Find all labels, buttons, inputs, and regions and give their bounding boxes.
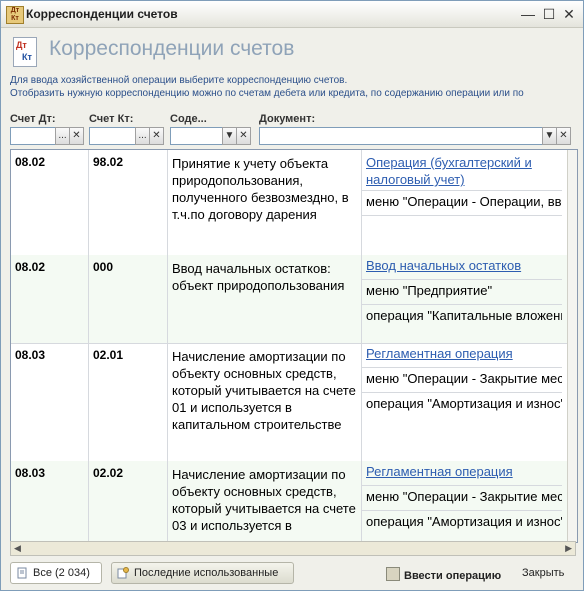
enter-operation-icon: [386, 567, 400, 581]
filter-kt-input[interactable]: [89, 127, 136, 145]
debit-credit-icon: Дт Кт: [13, 37, 37, 67]
maximize-icon[interactable]: ☐: [540, 5, 558, 23]
correspondence-table[interactable]: 08.02 98.02 Принятие к учету объекта при…: [10, 149, 578, 543]
menu-path: меню "Операции - Операции, введенные вру…: [362, 191, 562, 216]
cell-document: Регламентная операция меню "Операции - З…: [362, 343, 562, 461]
window: Дт Кт Корреспонденции счетов — ☐ ✕ Дт Кт К…: [0, 0, 584, 591]
scroll-left-icon[interactable]: ◀: [14, 543, 21, 554]
close-button[interactable]: Закрыть: [522, 567, 564, 579]
filter-dt-label: Счет Дт:: [10, 113, 56, 125]
cell-dt: 08.03: [11, 343, 89, 461]
filter-content-label: Соде...: [170, 113, 207, 125]
filter-dt-select-button[interactable]: ...: [55, 127, 70, 145]
menu-path: меню "Операции - Закрытие месяца": [362, 486, 562, 511]
horizontal-scrollbar[interactable]: ◀ ▶: [10, 541, 576, 556]
tab-recent[interactable]: Последние использованные: [111, 562, 294, 584]
filter-doc-clear-icon[interactable]: ✕: [556, 127, 571, 145]
cell-kt: 02.02: [89, 461, 168, 542]
page-title: Корреспонденции счетов: [49, 37, 295, 60]
filter-doc-dropdown-icon[interactable]: ▼: [542, 127, 557, 145]
cell-dt: 08.03: [11, 461, 89, 542]
operation-path: операция "Капитальные вложения": [366, 308, 562, 323]
filter-dt-clear-icon[interactable]: ✕: [69, 127, 84, 145]
document-link[interactable]: Регламентная операция: [362, 343, 562, 368]
table-row[interactable]: 08.03 02.01 Начисление амортизации по об…: [11, 343, 577, 462]
bottom-bar: Все (2 034) Последние использованные Вве…: [1, 558, 583, 590]
page-header: Дт Кт Корреспонденции счетов: [1, 28, 583, 74]
cell-content: Начисление амортизации по объекту основн…: [168, 461, 362, 542]
document-link[interactable]: Операция (бухгалтерский и налоговый учет…: [362, 150, 562, 191]
table-row[interactable]: 08.02 000 Ввод начальных остатков: объек…: [11, 255, 577, 344]
operation-path: операция "Амортизация и износ": [366, 396, 562, 411]
recent-document-icon: [117, 567, 129, 579]
filter-kt-clear-icon[interactable]: ✕: [149, 127, 164, 145]
vertical-scrollbar[interactable]: [567, 150, 577, 542]
filter-kt-label: Счет Кт:: [89, 113, 134, 125]
info-line-2: Отобразить нужную корреспонденцию можно …: [10, 88, 524, 99]
menu-path: меню "Предприятие": [362, 280, 562, 305]
cell-document: Ввод начальных остатков меню "Предприяти…: [362, 255, 562, 343]
cell-document: Регламентная операция меню "Операции - З…: [362, 461, 562, 542]
minimize-icon[interactable]: —: [519, 5, 537, 23]
enter-operation-button[interactable]: Ввести операцию: [386, 567, 501, 582]
menu-path: меню "Операции - Закрытие месяца": [362, 368, 562, 393]
document-link[interactable]: Ввод начальных остатков: [362, 255, 562, 280]
info-text: Для ввода хозяйственной операции выберит…: [10, 74, 524, 100]
tab-all-label: Все (2 034): [33, 567, 90, 579]
cell-kt: 02.01: [89, 343, 168, 461]
document-icon: [17, 567, 27, 579]
operation-path: операция "Амортизация и износ": [366, 514, 562, 529]
filter-content-dropdown-icon[interactable]: ▼: [222, 127, 237, 145]
info-line-1: Для ввода хозяйственной операции выберит…: [10, 75, 348, 86]
filter-doc-label: Документ:: [259, 113, 316, 125]
close-icon[interactable]: ✕: [560, 5, 578, 23]
operation-path: [362, 216, 562, 240]
table-row[interactable]: 08.03 02.02 Начисление амортизации по об…: [11, 461, 577, 542]
cell-kt: 98.02: [89, 150, 168, 255]
filter-kt-select-button[interactable]: ...: [135, 127, 150, 145]
filter-content-clear-icon[interactable]: ✕: [236, 127, 251, 145]
filter-content-input[interactable]: [170, 127, 223, 145]
cell-content: Начисление амортизации по объекту основн…: [168, 343, 362, 461]
filter-dt-input[interactable]: [10, 127, 56, 145]
cell-document: Операция (бухгалтерский и налоговый учет…: [362, 150, 562, 255]
window-title: Корреспонденции счетов: [26, 7, 178, 21]
app-icon: Дт Кт: [6, 6, 24, 24]
document-link[interactable]: Регламентная операция: [362, 461, 562, 486]
cell-content: Ввод начальных остатков: объект природоп…: [168, 255, 362, 343]
title-bar: Дт Кт Корреспонденции счетов — ☐ ✕: [1, 1, 583, 28]
filter-doc-input[interactable]: [259, 127, 543, 145]
cell-dt: 08.02: [11, 255, 89, 343]
cell-kt: 000: [89, 255, 168, 343]
enter-operation-label: Ввести операцию: [404, 570, 502, 582]
cell-dt: 08.02: [11, 150, 89, 255]
table-row[interactable]: 08.02 98.02 Принятие к учету объекта при…: [11, 150, 577, 256]
cell-content: Принятие к учету объекта природопользова…: [168, 150, 362, 255]
tab-recent-label: Последние использованные: [134, 567, 279, 579]
scroll-right-icon[interactable]: ▶: [565, 543, 572, 554]
tab-all[interactable]: Все (2 034): [10, 562, 102, 584]
